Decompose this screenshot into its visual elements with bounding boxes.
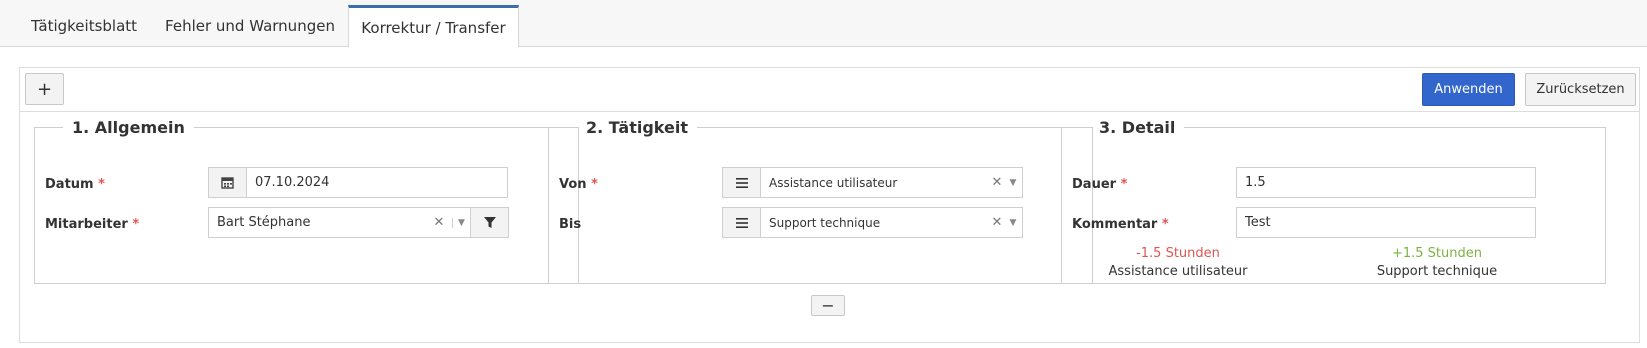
from-activity-value: Assistance utilisateur — [769, 175, 898, 190]
caret-down-icon[interactable]: ▼ — [1004, 218, 1022, 228]
clear-icon[interactable]: ✕ — [990, 175, 1004, 190]
comment-label: Kommentar * — [1072, 217, 1169, 232]
reset-button[interactable]: Zurücksetzen — [1525, 73, 1636, 106]
to-label: Bis — [559, 217, 582, 232]
date-label: Datum * — [45, 177, 105, 192]
filter-icon[interactable] — [470, 208, 508, 237]
add-button[interactable]: + — [25, 73, 64, 105]
clear-icon[interactable]: ✕ — [432, 215, 446, 230]
duration-label: Dauer * — [1072, 177, 1128, 192]
to-activity-name: Support technique — [1376, 264, 1498, 279]
correction-panel: + Anwenden Zurücksetzen 1. Allgemein Dat… — [19, 67, 1640, 343]
date-field[interactable]: 07.10.2024 — [208, 167, 508, 198]
employee-value: Bart Stéphane — [217, 215, 311, 230]
duration-input[interactable]: 1.5 — [1236, 167, 1536, 198]
to-activity-value: Support technique — [769, 215, 881, 230]
duration-value: 1.5 — [1245, 175, 1266, 190]
general-section-title: 1. Allgemein — [72, 118, 185, 137]
tab-taetigkeitsblatt[interactable]: Tätigkeitsblatt — [20, 5, 148, 47]
detail-section: 3. Detail Dauer * 1.5 Kommentar * Test -… — [1061, 118, 1606, 284]
activity-section: 2. Tätigkeit Von * Assistance utilisateu… — [548, 118, 1093, 284]
from-activity-name: Assistance utilisateur — [1108, 264, 1248, 279]
to-transfer-summary: +1.5 Stunden Support technique — [1347, 246, 1527, 279]
detail-section-title: 3. Detail — [1099, 118, 1176, 137]
toolbar: + Anwenden Zurücksetzen — [20, 68, 1639, 112]
tab-korrektur-transfer[interactable]: Korrektur / Transfer — [348, 5, 519, 48]
clear-icon[interactable]: ✕ — [990, 215, 1004, 230]
from-activity-select[interactable]: Assistance utilisateur ✕ ▼ — [722, 167, 1023, 198]
list-icon[interactable] — [723, 208, 761, 237]
comment-input[interactable]: Test — [1236, 207, 1536, 238]
to-delta: +1.5 Stunden — [1391, 246, 1483, 261]
calendar-icon[interactable] — [209, 168, 247, 197]
caret-down-icon[interactable]: ▼ — [1004, 178, 1022, 188]
apply-button[interactable]: Anwenden — [1422, 73, 1515, 106]
to-activity-select[interactable]: Support technique ✕ ▼ — [722, 207, 1023, 238]
from-label: Von * — [559, 177, 598, 192]
comment-value: Test — [1245, 215, 1271, 230]
tab-bar: Tätigkeitsblatt Fehler und Warnungen Kor… — [0, 0, 1647, 48]
list-icon[interactable] — [723, 168, 761, 197]
from-transfer-summary: -1.5 Stunden Assistance utilisateur — [1088, 246, 1268, 279]
tab-fehler-und-warnungen[interactable]: Fehler und Warnungen — [160, 5, 340, 47]
from-delta: -1.5 Stunden — [1136, 246, 1220, 261]
collapse-button[interactable]: − — [811, 295, 845, 316]
general-section: 1. Allgemein Datum * 07.10.2024 Mitarbei… — [34, 118, 579, 284]
caret-down-icon[interactable]: ▼ — [452, 217, 470, 228]
employee-label: Mitarbeiter * — [45, 217, 140, 232]
activity-section-title: 2. Tätigkeit — [586, 118, 688, 137]
date-value: 07.10.2024 — [255, 175, 330, 190]
employee-select[interactable]: Bart Stéphane ✕ ▼ — [208, 207, 509, 238]
